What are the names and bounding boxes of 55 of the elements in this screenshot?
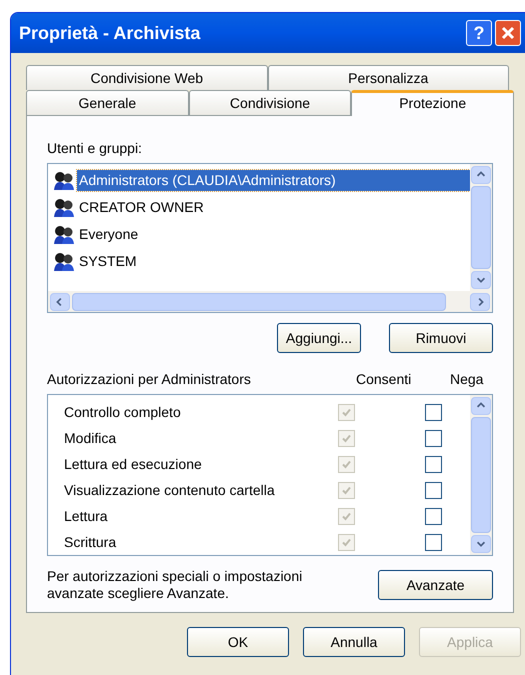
users-icon xyxy=(53,252,75,272)
check-icon xyxy=(341,406,352,418)
check-icon xyxy=(341,432,352,444)
check-icon xyxy=(341,536,352,548)
check-icon xyxy=(341,458,352,470)
column-header: Nega xyxy=(449,370,484,389)
tab[interactable]: Personalizza xyxy=(268,65,509,90)
deny-checkbox[interactable] xyxy=(425,430,442,446)
tab[interactable]: Protezione xyxy=(351,90,514,116)
scrollbar-thumb[interactable] xyxy=(471,417,491,533)
help-button[interactable]: ? xyxy=(466,20,492,46)
vertical-scrollbar[interactable] xyxy=(470,395,492,555)
permission-name: Lettura xyxy=(63,506,109,526)
user-item[interactable]: Everyone xyxy=(53,221,470,248)
user-name: Administrators (CLAUDIA\Administrators) xyxy=(77,170,470,191)
user-item[interactable]: SYSTEM xyxy=(53,248,470,275)
tab[interactable]: Generale xyxy=(26,90,189,115)
users-icon xyxy=(53,224,75,244)
check-icon xyxy=(341,484,352,496)
users-icon xyxy=(53,170,75,190)
scrollbar-thumb[interactable] xyxy=(471,186,491,269)
tab[interactable]: Condivisione xyxy=(188,90,352,115)
advanced-button[interactable]: Avanzate xyxy=(378,570,493,600)
close-button[interactable] xyxy=(495,20,521,46)
remove-button[interactable]: Rimuovi xyxy=(389,323,493,353)
permission-name: Visualizzazione contenuto cartella xyxy=(63,480,276,500)
deny-checkbox[interactable] xyxy=(425,404,442,420)
user-name: SYSTEM xyxy=(78,252,138,271)
check-icon xyxy=(341,510,352,522)
user-name: Everyone xyxy=(78,225,140,244)
scrollbar-thumb[interactable] xyxy=(72,292,446,310)
deny-checkbox[interactable] xyxy=(425,482,442,498)
window-title: Proprietà - Archivista xyxy=(19,22,202,45)
close-icon xyxy=(501,26,515,40)
deny-checkbox[interactable] xyxy=(425,508,442,524)
users-icon xyxy=(53,198,75,218)
dialog-button[interactable]: Annulla xyxy=(303,627,405,657)
advanced-note: Per autorizzazioni speciali o impostazioni avanzate scegliere Avanzate. xyxy=(47,568,304,602)
tab[interactable]: Condivisione Web xyxy=(26,65,268,90)
dialog-button[interactable]: OK xyxy=(187,627,289,657)
column-header: Consenti xyxy=(356,370,412,389)
user-name: CREATOR OWNER xyxy=(78,198,205,217)
permission-name: Modifica xyxy=(63,428,118,448)
permission-name: Lettura ed esecuzione xyxy=(63,454,203,474)
add-button[interactable]: Aggiungi... xyxy=(277,323,361,353)
users-label: Utenti e gruppi: xyxy=(47,139,143,158)
user-item[interactable]: Administrators (CLAUDIA\Administrators) xyxy=(53,167,470,194)
permission-name: Scrittura xyxy=(63,532,118,552)
deny-checkbox[interactable] xyxy=(425,456,442,472)
horizontal-scrollbar[interactable] xyxy=(48,291,492,312)
permission-name: Controllo completo xyxy=(63,402,182,422)
permissions-label: Autorizzazioni per Administrators xyxy=(47,370,252,389)
user-item[interactable]: CREATOR OWNER xyxy=(53,194,470,221)
vertical-scrollbar[interactable] xyxy=(470,164,492,291)
deny-checkbox[interactable] xyxy=(425,534,442,550)
